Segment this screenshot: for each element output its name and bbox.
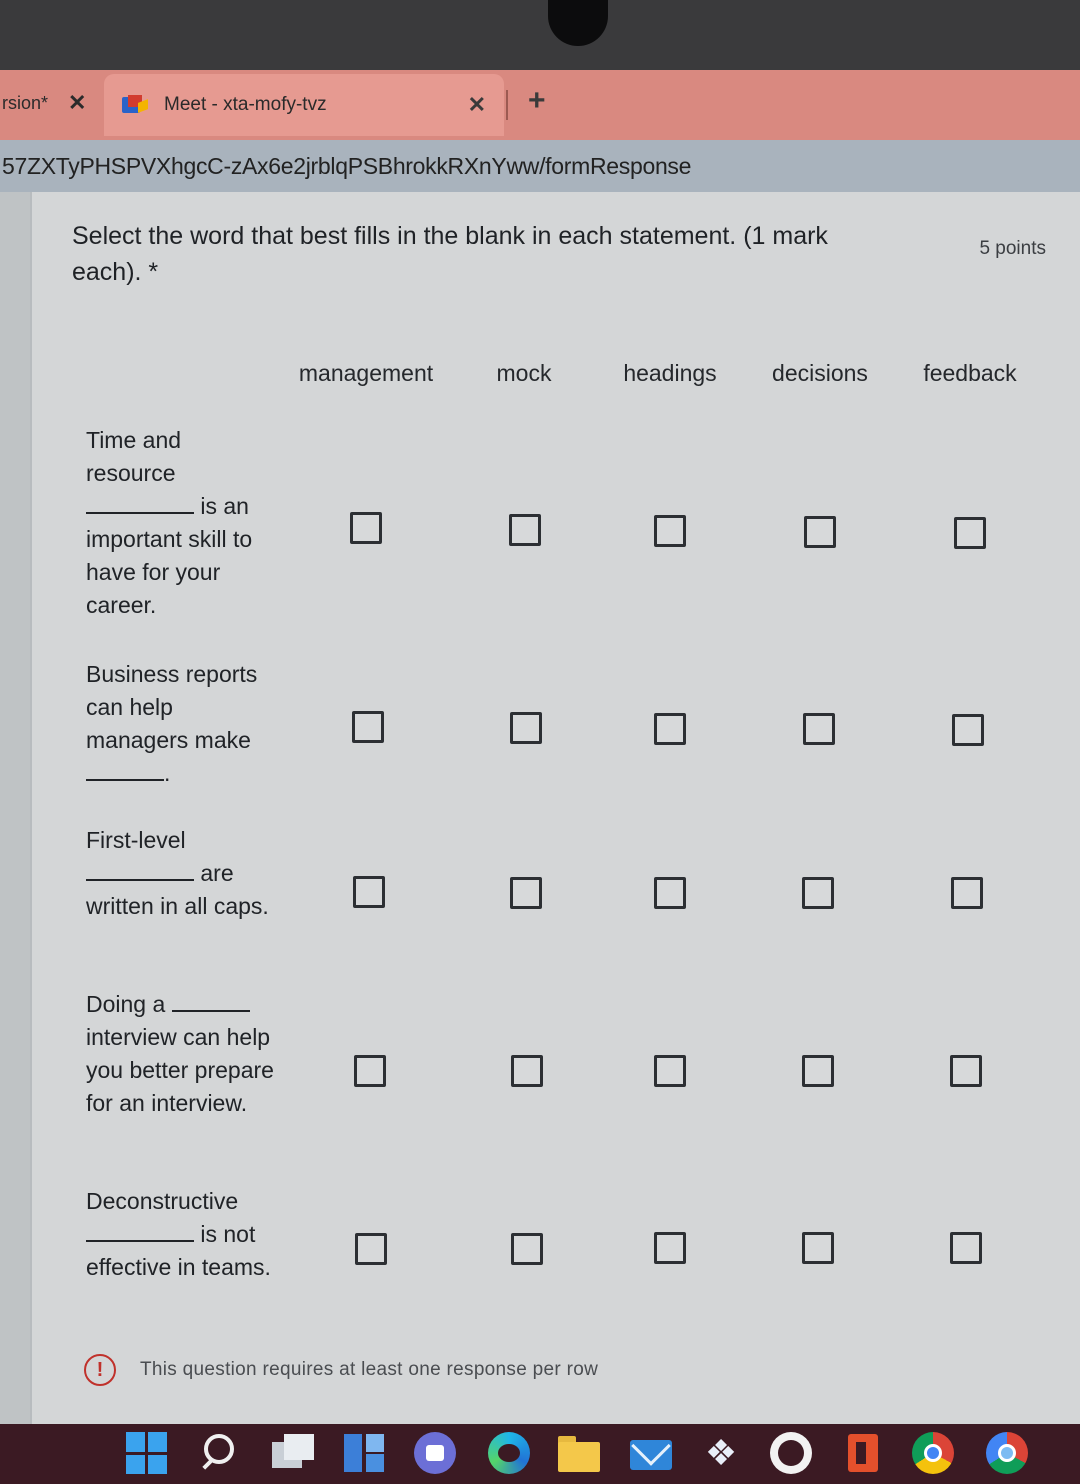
address-bar[interactable]: 57ZXTyPHSPVXhgcC-zAx6e2jrblqPSBhrokkRXnY… — [0, 140, 1080, 192]
chrome-profile-icon[interactable] — [986, 1432, 1028, 1474]
row-1-blank — [86, 511, 194, 514]
checkbox-row3-headings[interactable] — [654, 877, 686, 909]
monitor-bezel — [0, 0, 1080, 78]
browser-tab-bar: rsion* ✕ Meet - xta-mofy-tvz ✕ + — [0, 70, 1080, 140]
row-2-text-before: Business reports can help managers make — [86, 661, 258, 753]
row-label-3: First-level are written in all caps. — [86, 824, 276, 923]
webcam — [548, 0, 608, 46]
checkbox-row5-feedback[interactable] — [950, 1232, 982, 1264]
windows-taskbar: ❖ — [0, 1424, 1080, 1484]
row-4-text-after: interview can help you better prepare fo… — [86, 1024, 274, 1116]
tab-meet-title: Meet - xta-mofy-tvz — [164, 94, 327, 115]
column-header-mock: mock — [496, 360, 552, 386]
column-header-feedback: feedback — [923, 360, 1017, 386]
checkbox-row1-decisions[interactable] — [804, 516, 836, 548]
tab-meet[interactable]: Meet - xta-mofy-tvz ✕ — [104, 74, 504, 136]
checkbox-row4-feedback[interactable] — [950, 1055, 982, 1087]
row-4-text-before: Doing a — [86, 991, 166, 1017]
windows-start-icon[interactable] — [126, 1432, 168, 1474]
checkbox-row2-mock[interactable] — [510, 712, 542, 744]
question-title: Select the word that best fills in the b… — [72, 222, 828, 286]
form-page: Select the word that best fills in the b… — [0, 192, 1080, 1424]
checkbox-row4-management[interactable] — [354, 1055, 386, 1087]
checkbox-row1-management[interactable] — [350, 512, 382, 544]
row-label-2: Business reports can help managers make … — [86, 658, 276, 790]
checkbox-row2-feedback[interactable] — [952, 714, 984, 746]
office-icon[interactable] — [842, 1432, 884, 1474]
checkbox-row2-headings[interactable] — [654, 713, 686, 745]
tab-previous-title: rsion* — [2, 92, 49, 113]
file-explorer-icon[interactable] — [558, 1432, 600, 1474]
google-meet-icon — [122, 95, 150, 115]
checkbox-row1-headings[interactable] — [654, 515, 686, 547]
column-header-decisions: decisions — [772, 360, 868, 386]
teams-chat-icon[interactable] — [414, 1432, 456, 1474]
checkbox-row2-decisions[interactable] — [803, 713, 835, 745]
checkbox-row1-feedback[interactable] — [954, 517, 986, 549]
checkbox-row3-feedback[interactable] — [951, 877, 983, 909]
warning-icon: ! — [84, 1354, 116, 1386]
search-icon[interactable] — [200, 1432, 242, 1474]
chrome-icon[interactable] — [912, 1432, 954, 1474]
checkbox-row3-mock[interactable] — [510, 877, 542, 909]
checkbox-row5-headings[interactable] — [654, 1232, 686, 1264]
widgets-icon[interactable] — [344, 1432, 386, 1474]
checkbox-row4-mock[interactable] — [511, 1055, 543, 1087]
row-3-blank — [86, 878, 194, 881]
row-label-4: Doing a interview can help you better pr… — [86, 988, 276, 1120]
url-text[interactable]: 57ZXTyPHSPVXhgcC-zAx6e2jrblqPSBhrokkRXnY… — [0, 153, 691, 180]
question-card: Select the word that best fills in the b… — [30, 192, 1080, 1424]
row-5-text-after: is not effective in teams. — [86, 1221, 271, 1280]
row-4-blank — [171, 1009, 250, 1012]
mail-icon[interactable] — [630, 1426, 672, 1474]
page-left-margin — [0, 192, 30, 1424]
row-3-text-after: are written in all caps. — [86, 860, 269, 919]
tab-meet-close-icon[interactable]: ✕ — [468, 92, 486, 118]
validation-warning: ! This question requires at least one re… — [84, 1354, 598, 1386]
checkbox-row4-decisions[interactable] — [802, 1055, 834, 1087]
checkbox-row2-management[interactable] — [352, 711, 384, 743]
checkbox-row5-decisions[interactable] — [802, 1232, 834, 1264]
question-points: 5 points — [979, 238, 1046, 259]
github-icon[interactable] — [770, 1432, 812, 1474]
row-label-1: Time and resource is an important skill … — [86, 424, 276, 622]
tab-previous[interactable]: rsion* ✕ — [0, 78, 110, 128]
row-5-blank — [86, 1239, 194, 1242]
column-header-headings: headings — [623, 360, 717, 386]
checkbox-row3-decisions[interactable] — [802, 877, 834, 909]
row-5-text-before: Deconstructive — [86, 1188, 239, 1214]
task-view-icon[interactable] — [272, 1432, 314, 1474]
tab-separator — [506, 90, 508, 120]
edge-icon[interactable] — [488, 1432, 530, 1474]
checkbox-row5-management[interactable] — [355, 1233, 387, 1265]
validation-warning-text: This question requires at least one resp… — [140, 1359, 599, 1380]
checkbox-row1-mock[interactable] — [509, 514, 541, 546]
row-1-text-before: Time and resource — [86, 427, 182, 486]
dropbox-icon[interactable]: ❖ — [700, 1432, 742, 1474]
checkbox-row5-mock[interactable] — [511, 1233, 543, 1265]
row-2-blank — [86, 778, 164, 781]
checkbox-row4-headings[interactable] — [654, 1055, 686, 1087]
row-2-text-after: . — [164, 760, 171, 786]
tab-previous-close-icon[interactable]: ✕ — [68, 90, 86, 116]
checkbox-row3-management[interactable] — [353, 876, 385, 908]
row-label-5: Deconstructive is not effective in teams… — [86, 1185, 276, 1284]
column-header-management: management — [298, 360, 434, 386]
row-3-text-before: First-level — [86, 827, 186, 853]
new-tab-button[interactable]: + — [528, 84, 546, 118]
